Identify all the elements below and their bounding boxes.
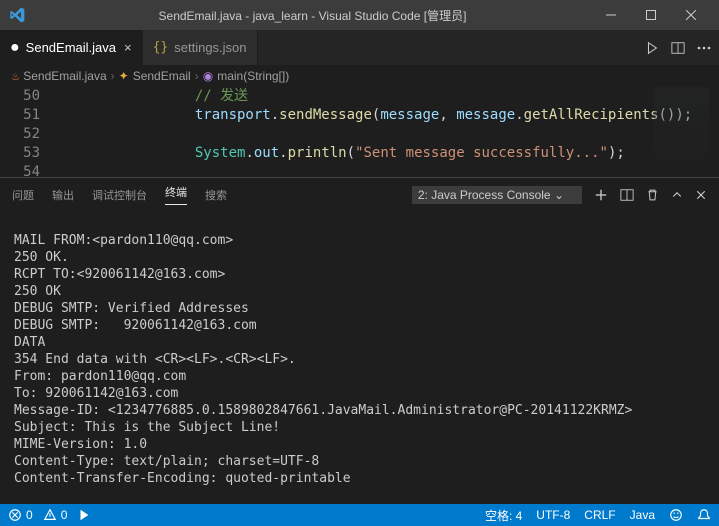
json-file-icon: {} [153,40,169,55]
warning-count: 0 [61,508,68,522]
breadcrumb-class[interactable]: SendEmail [133,69,191,83]
trash-icon[interactable] [646,188,659,202]
feedback-icon[interactable] [669,508,683,522]
close-icon[interactable]: × [124,40,132,55]
status-errors[interactable]: 0 [8,508,33,522]
chevron-right-icon: › [195,69,199,83]
breadcrumb[interactable]: ♨ SendEmail.java › ✦ SendEmail › ◉ main(… [0,65,719,87]
status-debug-start[interactable] [77,508,91,522]
window-title: SendEmail.java - java_learn - Visual Stu… [34,7,591,24]
bottom-panel: 问题 输出 调试控制台 终端 搜索 2: Java Process Consol… [0,177,719,504]
run-icon[interactable] [645,41,659,55]
java-file-icon: ♨ [12,69,19,83]
status-eol[interactable]: CRLF [584,508,615,522]
close-panel-icon[interactable] [695,189,707,201]
split-terminal-icon[interactable] [620,188,634,202]
chevron-up-icon[interactable] [671,189,683,201]
tab-sendemail[interactable]: ● SendEmail.java × [0,30,143,65]
status-bar: 0 0 空格: 4 UTF-8 CRLF Java [0,504,719,526]
editor-tab-bar: ● SendEmail.java × {} settings.json [0,30,719,65]
split-editor-icon[interactable] [671,41,685,55]
tab-label: settings.json [174,40,246,55]
status-warnings[interactable]: 0 [43,508,68,522]
breadcrumb-method[interactable]: main(String[]) [217,69,289,83]
chevron-right-icon: › [111,69,115,83]
chevron-down-icon: ⌄ [554,188,564,202]
panel-tab-debug[interactable]: 调试控制台 [92,187,147,203]
panel-tab-terminal[interactable]: 终端 [165,184,187,205]
modified-dot-icon: ● [10,39,20,57]
tab-label: SendEmail.java [26,40,116,55]
line-gutter: 5051525354 [0,87,60,177]
status-spaces[interactable]: 空格: 4 [485,507,522,524]
vscode-logo-icon [8,6,26,24]
maximize-button[interactable] [631,0,671,30]
status-language[interactable]: Java [630,508,655,522]
minimize-button[interactable] [591,0,631,30]
notifications-icon[interactable] [697,508,711,522]
status-encoding[interactable]: UTF-8 [536,508,570,522]
panel-tab-bar: 问题 输出 调试控制台 终端 搜索 2: Java Process Consol… [0,178,719,211]
code-editor[interactable]: 5051525354 // 发送 transport.sendMessage(m… [0,87,719,177]
terminal-select[interactable]: 2: Java Process Console ⌄ [412,186,582,204]
new-terminal-icon[interactable] [594,188,608,202]
close-button[interactable] [671,0,711,30]
method-icon: ◉ [203,69,213,83]
tab-settings-json[interactable]: {} settings.json [143,30,258,65]
title-bar: SendEmail.java - java_learn - Visual Stu… [0,0,719,30]
panel-tab-problems[interactable]: 问题 [12,187,34,203]
more-icon[interactable] [697,46,711,50]
error-count: 0 [26,508,33,522]
minimap[interactable] [654,87,709,177]
class-icon: ✦ [119,69,129,83]
panel-tab-search[interactable]: 搜索 [205,187,227,203]
terminal-select-label: 2: Java Process Console [418,188,551,202]
breadcrumb-file[interactable]: SendEmail.java [23,69,106,83]
terminal-output[interactable]: MAIL FROM:<pardon110@qq.com> 250 OK. RCP… [0,211,719,504]
panel-tab-output[interactable]: 输出 [52,187,74,203]
tab-actions [637,30,719,65]
code-content[interactable]: // 发送 transport.sendMessage(message, mes… [60,87,719,177]
